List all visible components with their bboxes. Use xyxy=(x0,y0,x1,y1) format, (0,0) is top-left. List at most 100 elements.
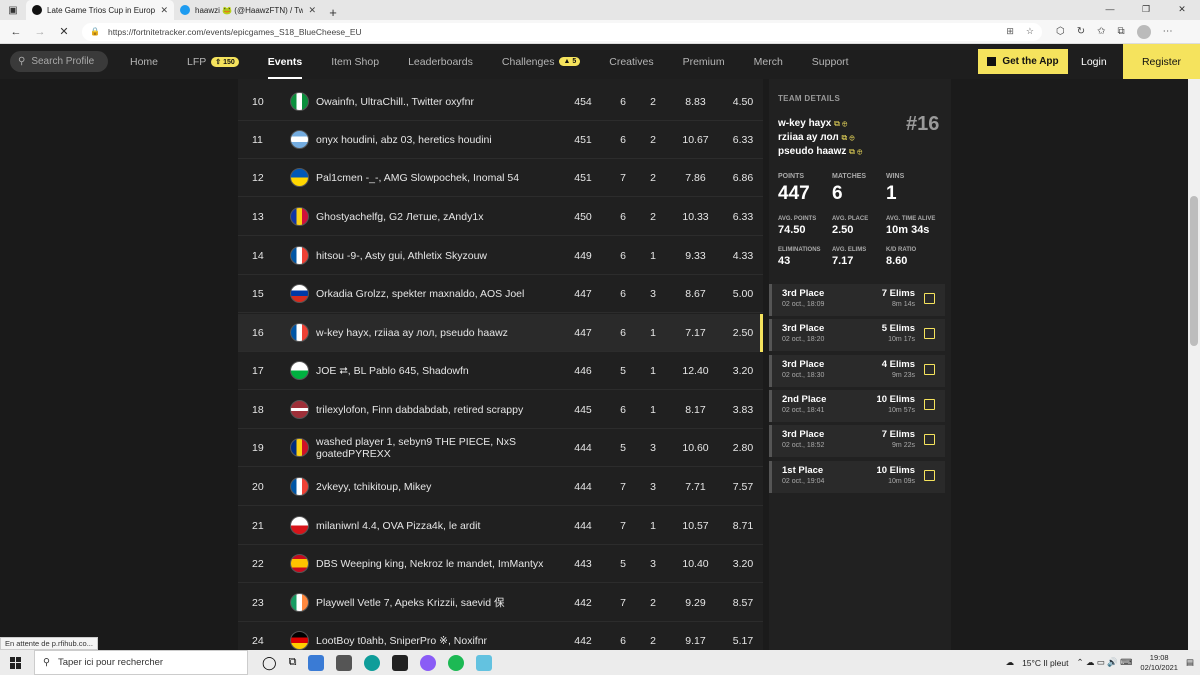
profile-avatar[interactable] xyxy=(1136,24,1151,39)
team-names-cell[interactable]: LootBoy t0ahb, SniperPro ※, Noxifnr xyxy=(316,635,558,647)
get-the-app-button[interactable]: Get the App xyxy=(978,49,1068,74)
team-names-cell[interactable]: 2vkeyy, tchikitoup, Mikey xyxy=(316,481,558,493)
table-row[interactable]: 14 hitsou -9-, Asty gui, Athletix Skyzouw… xyxy=(238,237,763,275)
scrollbar-thumb[interactable] xyxy=(1190,196,1198,346)
nav-leaderboards[interactable]: Leaderboards xyxy=(408,44,473,79)
browser-tab[interactable]: haawzi 🐸 (@HaawzFTN) / Twitte ✕ xyxy=(174,0,322,20)
taskbar-search-input[interactable]: ⚲ Taper ici pour rechercher xyxy=(34,650,248,675)
nav-home[interactable]: Home xyxy=(130,44,158,79)
team-member[interactable]: rziiaa ay лол ⧉ ⊕ xyxy=(778,131,862,145)
open-match-icon[interactable] xyxy=(924,293,935,304)
matches-cell: 6 xyxy=(620,95,626,108)
back-arrow-icon[interactable]: ← xyxy=(4,26,28,38)
login-link[interactable]: Login xyxy=(1081,49,1111,74)
team-names-cell[interactable]: onyx houdini, abz 03, heretics houdini xyxy=(316,134,558,146)
tray-icons[interactable]: ⌃ ☁ ▭ 🔊 ⌨ xyxy=(1076,657,1132,668)
table-row[interactable]: 20 2vkeyy, tchikitoup, Mikey 444 7 3 7.71 7.57 xyxy=(238,468,763,506)
nav-merch[interactable]: Merch xyxy=(754,44,783,79)
match-place: 3rd Place xyxy=(782,358,825,370)
mail-icon[interactable] xyxy=(308,654,325,671)
team-names-cell[interactable]: hitsou -9-, Asty gui, Athletix Skyzouw xyxy=(316,250,558,262)
nav-item-shop[interactable]: Item Shop xyxy=(331,44,379,79)
register-button[interactable]: Register xyxy=(1123,44,1200,79)
new-tab-icon[interactable]: + xyxy=(322,5,344,20)
table-row[interactable]: 12 Pal1cmen -_-, AMG Slowpochek, Inomal 5… xyxy=(238,159,763,197)
windows-start-icon[interactable] xyxy=(10,656,22,669)
page-scrollbar[interactable] xyxy=(1188,79,1200,650)
file-explorer-icon[interactable] xyxy=(336,654,353,671)
stop-loading-icon[interactable]: ✕ xyxy=(52,25,76,38)
table-row[interactable]: 10 Owainfn, UltraChill., Twitter oxyfnr 45… xyxy=(238,83,763,121)
nav-creatives[interactable]: Creatives xyxy=(609,44,653,79)
match-history-item[interactable]: 3rd Place 02 oct., 18:09 7 Elims 8m 14s xyxy=(769,284,945,316)
favorite-star-icon[interactable]: ☆ xyxy=(1026,26,1034,37)
table-row[interactable]: 21 milaniwnl 4.4, OVA Pizza4k, le ardit 44… xyxy=(238,507,763,545)
table-row[interactable]: 15 Orkadia Grolzz, spekter maxnaldo, AOS … xyxy=(238,275,763,313)
team-names-cell[interactable]: Ghostyachelfg, G2 Летше, zAndy1x xyxy=(316,211,558,223)
open-match-icon[interactable] xyxy=(924,398,935,410)
close-tab-icon[interactable]: ✕ xyxy=(308,5,316,16)
extension-icon[interactable]: ⬡ xyxy=(1056,26,1065,37)
team-names-cell[interactable]: Playwell Vetle 7, Apeks Krizzii, saevid … xyxy=(316,597,558,609)
notifications-icon[interactable]: ▤ xyxy=(1186,657,1194,668)
nav-lfp[interactable]: LFP ⇧ 150 xyxy=(187,44,239,79)
app-f-icon[interactable] xyxy=(476,654,493,671)
team-names-cell[interactable]: milaniwnl 4.4, OVA Pizza4k, le ardit xyxy=(316,520,558,532)
search-profile-input[interactable]: ⚲ Search Profile xyxy=(10,51,108,72)
forward-arrow-icon[interactable]: → xyxy=(28,26,52,38)
team-names-cell[interactable]: Orkadia Grolzz, spekter maxnaldo, AOS Jo… xyxy=(316,288,558,300)
clock[interactable]: 19:08 02/10/2021 xyxy=(1140,653,1178,673)
avg-place-cell: 7.57 xyxy=(732,480,754,493)
minimize-icon[interactable]: — xyxy=(1092,0,1128,18)
table-row[interactable]: 19 washed player 1, sebyn9 THE PIECE, NxS… xyxy=(238,429,763,467)
team-names-cell[interactable]: trilexylofon, Finn dabdabdab, retired sc… xyxy=(316,404,558,416)
maximize-icon[interactable]: ❐ xyxy=(1128,0,1164,18)
team-member[interactable]: pseudo haawz ⧉ ⊕ xyxy=(778,145,862,159)
table-row[interactable]: 13 Ghostyachelfg, G2 Летше, zAndy1x 450 6 2 1… xyxy=(238,198,763,236)
open-match-icon[interactable] xyxy=(924,363,935,375)
table-row[interactable]: 23 Playwell Vetle 7, Apeks Krizzii, saevi… xyxy=(238,584,763,622)
weather-text[interactable]: 15°C Il pleut xyxy=(1022,658,1068,668)
url-field[interactable]: 🔒 https://fortnitetracker.com/events/epi… xyxy=(82,22,1042,41)
match-history-item[interactable]: 1st Place 02 oct., 19:04 10 Elims 10m 09s xyxy=(769,460,945,493)
team-names-cell[interactable]: DBS Weeping king, Nekroz le mandet, ImMa… xyxy=(316,558,558,570)
table-row[interactable]: 22 DBS Weeping king, Nekroz le mandet, Im… xyxy=(238,545,763,583)
open-match-icon[interactable] xyxy=(924,469,935,481)
refresh-icon[interactable]: ↻ xyxy=(1077,26,1085,37)
table-row[interactable]: 11 onyx houdini, abz 03, heretics houdini… xyxy=(238,121,763,159)
match-history-item[interactable]: 3rd Place 02 oct., 18:30 4 Elims 9m 23s xyxy=(769,354,945,387)
tab-actions-icon[interactable]: ▣ xyxy=(0,0,26,20)
open-match-icon[interactable] xyxy=(924,328,935,340)
table-row[interactable]: 16 w-key hayx, rziiaa ay лол, pseudo haaw… xyxy=(238,314,763,352)
match-history-item[interactable]: 3rd Place 02 oct., 18:20 5 Elims 10m 17s xyxy=(769,319,945,352)
table-row[interactable]: 17 JOE ⮂, BL Pablo 645, Shadowfn 446 5 1 12.4… xyxy=(238,352,763,390)
table-row[interactable]: 18 trilexylofon, Finn dabdabdab, retired … xyxy=(238,391,763,429)
match-history-item[interactable]: 3rd Place 02 oct., 18:52 7 Elims 9m 22s xyxy=(769,425,945,458)
edge-icon[interactable] xyxy=(364,654,381,671)
more-menu-icon[interactable]: ⋯ xyxy=(1163,26,1173,37)
nav-challenges[interactable]: Challenges ▲ 5 xyxy=(502,44,581,79)
spotify-icon[interactable] xyxy=(448,654,465,671)
team-member[interactable]: w-key hayx ⧉ ⊕ xyxy=(778,117,862,131)
match-history-item[interactable]: 2nd Place 02 oct., 18:41 10 Elims 10m 57s xyxy=(769,389,945,422)
open-match-icon[interactable] xyxy=(924,434,935,446)
epic-games-icon[interactable] xyxy=(392,654,409,671)
task-view-icon[interactable]: ⧉ xyxy=(289,656,297,669)
team-names-cell[interactable]: washed player 1, sebyn9 THE PIECE, NxS g… xyxy=(316,436,558,460)
nav-premium[interactable]: Premium xyxy=(683,44,725,79)
team-names-cell[interactable]: JOE ⮂, BL Pablo 645, Shadowfn xyxy=(316,365,558,377)
team-names-cell[interactable]: Pal1cmen -_-, AMG Slowpochek, Inomal 54 xyxy=(316,172,558,184)
messenger-icon[interactable] xyxy=(420,654,437,671)
team-names-cell[interactable]: Owainfn, UltraChill., Twitter oxyfnr xyxy=(316,96,558,108)
nav-events[interactable]: Events xyxy=(267,44,303,79)
browser-tab-active[interactable]: Late Game Trios Cup in Europe: S ✕ xyxy=(26,0,174,20)
cortana-icon[interactable]: ◯ xyxy=(262,655,277,671)
team-names-cell[interactable]: w-key hayx, rziiaa ay лол, pseudo haawz xyxy=(316,327,558,339)
close-tab-icon[interactable]: ✕ xyxy=(160,5,168,16)
nav-support[interactable]: Support xyxy=(812,44,849,79)
collections-icon[interactable]: ⧉ xyxy=(1118,26,1125,37)
close-window-icon[interactable]: ✕ xyxy=(1164,0,1200,18)
favorites-icon[interactable]: ✩ xyxy=(1097,26,1105,37)
table-row[interactable]: 24 LootBoy t0ahb, SniperPro ※, Noxifnr 442… xyxy=(238,622,763,650)
reader-icon[interactable]: ⊞ xyxy=(1006,26,1014,37)
